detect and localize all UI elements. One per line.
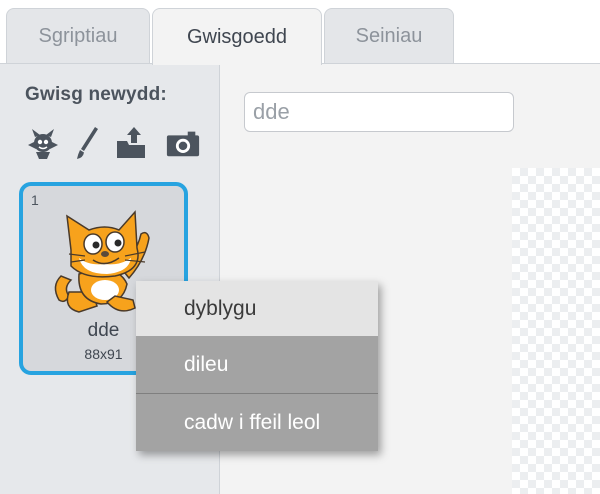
tab-bar: Sgriptiau Gwisgoedd Seiniau [0,0,600,65]
costume-number: 1 [31,192,39,208]
camera-icon[interactable] [165,124,201,162]
menu-item-delete[interactable]: dileu [136,336,378,393]
new-costume-toolbar [25,124,210,164]
tab-sounds[interactable]: Seiniau [324,8,454,64]
paint-canvas[interactable] [512,168,600,494]
sprite-library-icon[interactable] [25,124,61,162]
costume-name-input[interactable] [244,92,514,132]
menu-item-save-to-local-file[interactable]: cadw i ffeil leol [136,394,378,451]
tab-scripts[interactable]: Sgriptiau [6,8,150,64]
new-costume-label: Gwisg newydd: [25,84,167,105]
upload-icon[interactable] [113,124,149,162]
context-menu: dyblygu dileu cadw i ffeil leol [136,281,378,451]
menu-item-duplicate[interactable]: dyblygu [136,281,378,336]
paint-brush-icon[interactable] [69,124,105,162]
tab-costumes[interactable]: Gwisgoedd [152,8,322,65]
